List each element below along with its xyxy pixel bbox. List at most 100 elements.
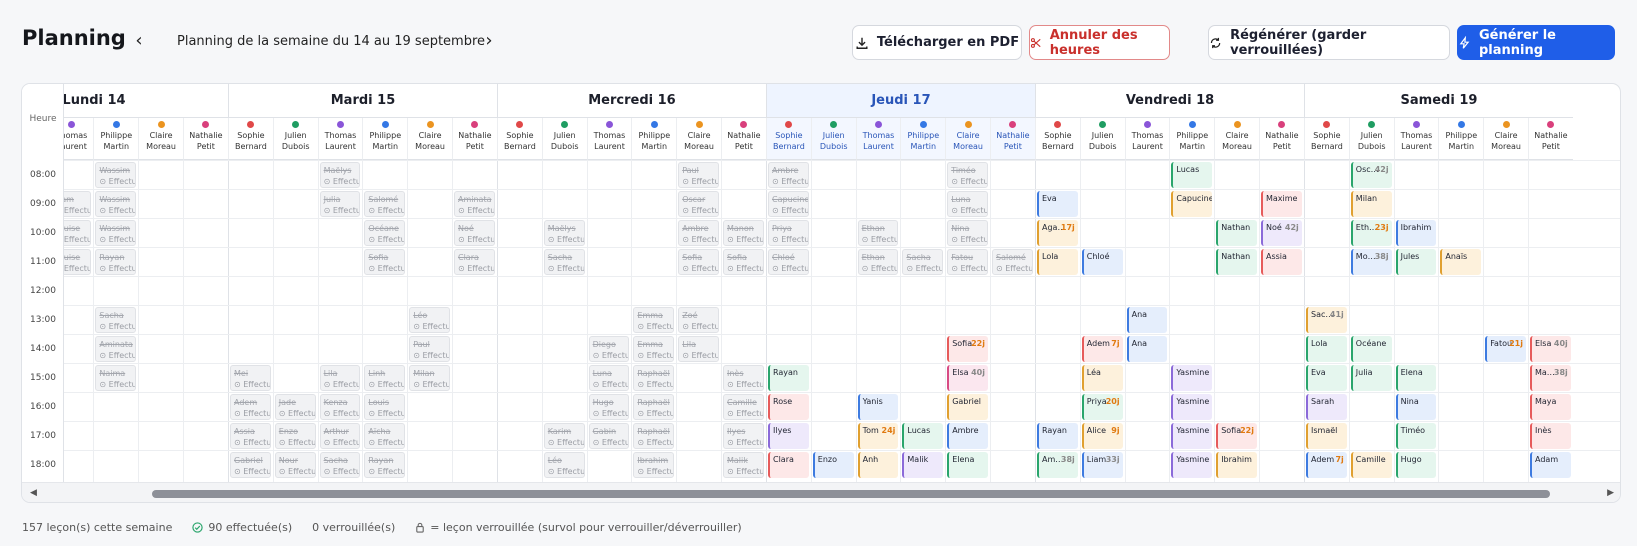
lesson-card[interactable]: Chloé bbox=[1081, 249, 1123, 275]
lesson-card[interactable]: Sac… 41j bbox=[1306, 307, 1347, 333]
lesson-card[interactable]: Lucas bbox=[1171, 162, 1213, 188]
lesson-card[interactable]: Ethan ⊙ Effectu bbox=[857, 220, 899, 246]
lesson-card[interactable]: Maya bbox=[1530, 394, 1571, 420]
lesson-card[interactable]: Inès bbox=[1530, 423, 1571, 449]
lesson-card[interactable]: Sacha ⊙ Effectu bbox=[902, 249, 944, 275]
lesson-card[interactable]: Fatou ⊙ Effectu bbox=[947, 249, 988, 275]
lesson-card[interactable]: Salomé ⊙ Effectu bbox=[364, 191, 406, 217]
lesson-card[interactable]: Kenza ⊙ Effectu bbox=[319, 394, 361, 420]
scroll-left-icon[interactable]: ◀ bbox=[30, 488, 37, 498]
lesson-card[interactable]: Sacha ⊙ Effectu bbox=[95, 307, 137, 333]
lesson-card[interactable]: Clara ⊙ Effectu bbox=[454, 249, 495, 275]
lesson-card[interactable]: Océane bbox=[1350, 336, 1392, 362]
lesson-card[interactable]: Ethan ⊙ Effectu bbox=[857, 249, 899, 275]
lesson-card[interactable]: Diego ⊙ Effectu bbox=[588, 336, 630, 362]
lesson-card[interactable]: Maëlys ⊙ Effectu bbox=[319, 162, 361, 188]
lesson-card[interactable]: Hugo ⊙ Effectu bbox=[588, 394, 630, 420]
lesson-card[interactable]: Lola bbox=[1037, 249, 1078, 275]
lesson-card[interactable]: Julia bbox=[1350, 365, 1392, 391]
lesson-card[interactable]: Ibrahim ⊙ Effectu bbox=[633, 452, 675, 478]
lesson-card[interactable]: Nina ⊙ Effectu bbox=[947, 220, 988, 246]
lesson-card[interactable]: Lila ⊙ Effectu bbox=[319, 365, 361, 391]
lesson-card[interactable]: Raphaël ⊙ Effectu bbox=[633, 423, 675, 449]
lesson-card[interactable]: Léo ⊙ Effectu bbox=[543, 452, 585, 478]
lesson-card[interactable]: Rayan ⊙ Effectu bbox=[364, 452, 406, 478]
regenerate-button[interactable]: Régénérer (garder verrouillées) bbox=[1208, 25, 1450, 60]
lesson-card[interactable]: Jade ⊙ Effectu bbox=[274, 394, 316, 420]
lesson-card[interactable]: Liam 33j bbox=[1081, 452, 1123, 478]
lesson-card[interactable]: Nathan bbox=[1216, 220, 1257, 246]
lesson-card[interactable]: Ambre ⊙ Effectu bbox=[678, 220, 719, 246]
lesson-card[interactable]: Priya ⊙ Effectu bbox=[768, 220, 809, 246]
lesson-card[interactable]: Aga… 17j bbox=[1037, 220, 1078, 246]
lesson-card[interactable]: Jules bbox=[1395, 249, 1437, 275]
lesson-card[interactable]: Alice 9j bbox=[1081, 423, 1123, 449]
lesson-card[interactable]: Capucine bbox=[1171, 191, 1213, 217]
lesson-card[interactable]: Léa bbox=[1081, 365, 1123, 391]
lesson-card[interactable]: Emma ⊙ Effectu bbox=[633, 307, 675, 333]
lesson-card[interactable]: Ismaël bbox=[1306, 423, 1347, 449]
lesson-card[interactable]: Yasmine bbox=[1171, 365, 1213, 391]
lesson-card[interactable]: Ilyes ⊙ Effectu bbox=[723, 423, 764, 449]
lesson-card[interactable]: Sacha ⊙ Effectu bbox=[319, 452, 361, 478]
lesson-card[interactable]: Assia bbox=[1261, 249, 1302, 275]
grid-body[interactable]: Heure Lundi 14SophieBernardJulienDuboisT… bbox=[22, 84, 1620, 482]
lesson-card[interactable]: Yasmine bbox=[1171, 394, 1213, 420]
lesson-card[interactable]: Gabriel ⊙ Effectu bbox=[230, 452, 271, 478]
lesson-card[interactable]: Julia ⊙ Effectu bbox=[319, 191, 361, 217]
lesson-card[interactable]: Océane ⊙ Effectu bbox=[364, 220, 406, 246]
lesson-card[interactable]: Tom 24j bbox=[857, 423, 899, 449]
lesson-card[interactable]: Ma… 38j bbox=[1530, 365, 1571, 391]
lesson-card[interactable]: Sofia ⊙ Effectu bbox=[723, 249, 764, 275]
lesson-card[interactable]: Noé ⊙ Effectu bbox=[454, 220, 495, 246]
generate-planning-button[interactable]: Générer le planning bbox=[1457, 25, 1615, 60]
lesson-card[interactable]: Chloé ⊙ Effectu bbox=[768, 249, 809, 275]
lesson-card[interactable]: Nina bbox=[1395, 394, 1437, 420]
lesson-card[interactable]: Karim ⊙ Effectu bbox=[543, 423, 585, 449]
lesson-card[interactable]: Timéo ⊙ Effectu bbox=[947, 162, 988, 188]
lesson-card[interactable]: Sarah bbox=[1306, 394, 1347, 420]
lesson-card[interactable]: Naima ⊙ Effectu bbox=[95, 365, 137, 391]
lesson-card[interactable]: Sofia ⊙ Effectu bbox=[364, 249, 406, 275]
lesson-card[interactable]: Ilyes bbox=[768, 423, 809, 449]
scrollbar-thumb[interactable] bbox=[152, 490, 1550, 498]
lesson-card[interactable]: Lila ⊙ Effectu bbox=[678, 336, 719, 362]
lesson-card[interactable]: Fatou 21j bbox=[1485, 336, 1526, 362]
lesson-card[interactable]: Salomé ⊙ Effectu bbox=[992, 249, 1033, 275]
lesson-card[interactable]: Ibrahim bbox=[1395, 220, 1437, 246]
cancel-hours-button[interactable]: Annuler des heures bbox=[1029, 25, 1170, 60]
lesson-card[interactable]: Camille ⊙ Effectu bbox=[723, 394, 764, 420]
lesson-card[interactable]: Elena bbox=[1395, 365, 1437, 391]
lesson-card[interactable]: Am… 38j bbox=[1037, 452, 1078, 478]
lesson-card[interactable]: Lucas bbox=[902, 423, 944, 449]
lesson-card[interactable]: Mo… 38j bbox=[1350, 249, 1392, 275]
lesson-card[interactable]: Elsa 40j bbox=[1530, 336, 1571, 362]
scroll-right-icon[interactable]: ▶ bbox=[1607, 488, 1614, 498]
lesson-card[interactable]: Enzo ⊙ Effectu bbox=[274, 423, 316, 449]
lesson-card[interactable]: Adem ⊙ Effectu bbox=[230, 394, 271, 420]
lesson-card[interactable]: Rayan ⊙ Effectu bbox=[95, 249, 137, 275]
lesson-card[interactable]: Noé 42j bbox=[1261, 220, 1302, 246]
lesson-card[interactable]: Rayan bbox=[768, 365, 809, 391]
lesson-card[interactable]: Paul ⊙ Effectu bbox=[409, 336, 450, 362]
lesson-card[interactable]: Nathan bbox=[1216, 249, 1257, 275]
lesson-card[interactable]: Clara bbox=[768, 452, 809, 478]
lesson-card[interactable]: Raphaël ⊙ Effectu bbox=[633, 365, 675, 391]
lesson-card[interactable]: Sacha ⊙ Effectu bbox=[543, 249, 585, 275]
prev-week-button[interactable]: ‹ bbox=[128, 30, 150, 52]
lesson-card[interactable]: Paul ⊙ Effectu bbox=[678, 162, 719, 188]
lesson-card[interactable]: Adam bbox=[1530, 452, 1571, 478]
lesson-card[interactable]: Milan bbox=[1350, 191, 1392, 217]
lesson-card[interactable]: Lola bbox=[1306, 336, 1347, 362]
lesson-card[interactable]: Eth… 23j bbox=[1350, 220, 1392, 246]
lesson-card[interactable]: Rose bbox=[768, 394, 809, 420]
lesson-card[interactable]: Léo ⊙ Effectu bbox=[409, 307, 450, 333]
horizontal-scrollbar[interactable]: ◀ ▶ bbox=[22, 482, 1620, 502]
lesson-card[interactable]: Yasmine bbox=[1171, 423, 1213, 449]
lesson-card[interactable]: Aminata ⊙ Effectu bbox=[95, 336, 137, 362]
next-week-button[interactable]: › bbox=[478, 30, 500, 52]
lesson-card[interactable]: Oscar ⊙ Effectu bbox=[678, 191, 719, 217]
download-pdf-button[interactable]: Télécharger en PDF bbox=[852, 25, 1022, 60]
lesson-card[interactable]: Aminata ⊙ Effectu bbox=[454, 191, 495, 217]
lesson-card[interactable]: Enzo bbox=[812, 452, 854, 478]
